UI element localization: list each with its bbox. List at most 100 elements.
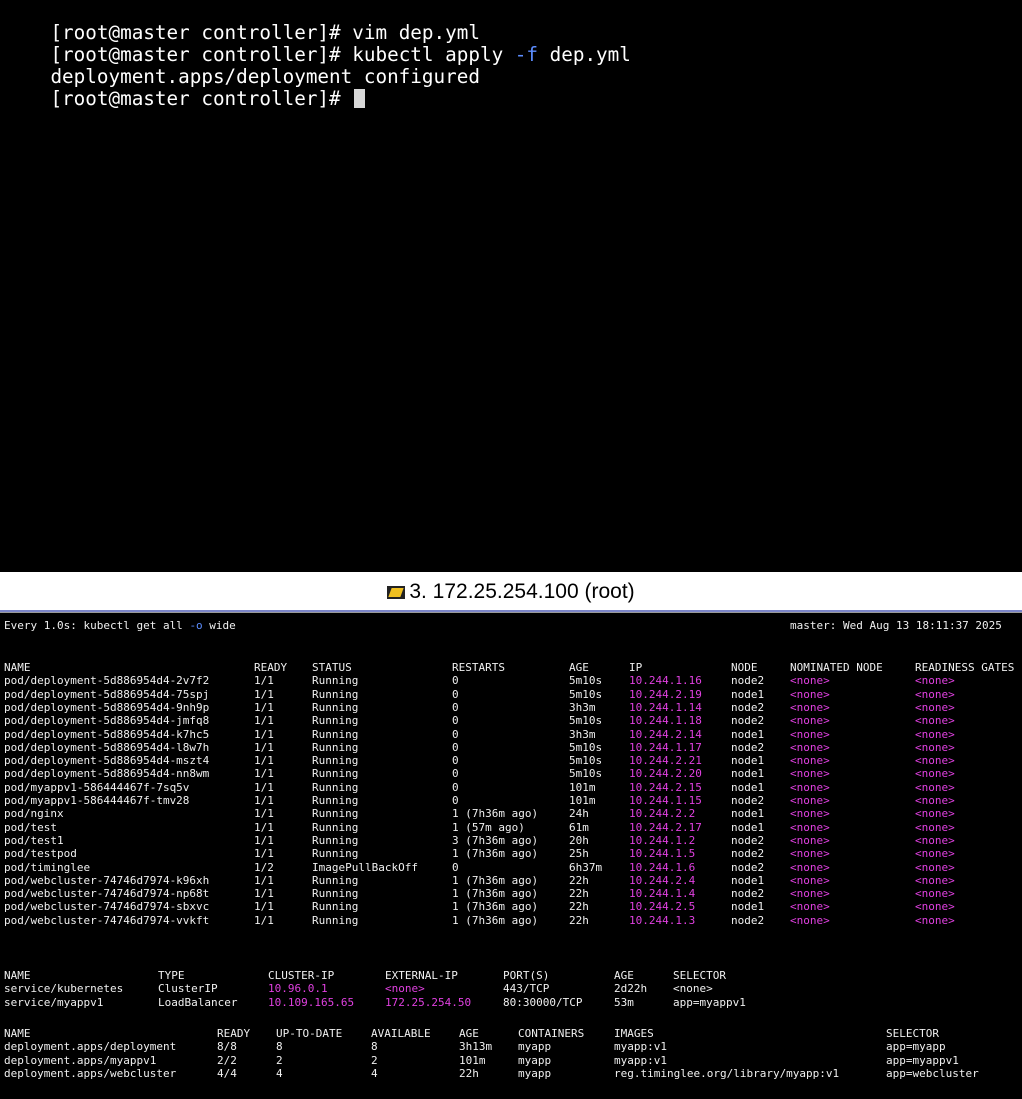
- table-cell: <none>: [790, 860, 830, 874]
- table-cell: node2: [731, 674, 765, 688]
- table-cell: ClusterIP: [158, 982, 218, 996]
- column-header: NOMINATED NODE: [790, 661, 883, 674]
- table-cell: 2: [371, 1053, 378, 1067]
- table-cell: 1/1: [254, 833, 274, 847]
- table-cell: <none>: [790, 780, 830, 794]
- table-cell: Running: [312, 740, 359, 754]
- table-cell: Running: [312, 873, 359, 887]
- table-cell: pod/deployment-5d886954d4-mszt4: [4, 754, 210, 768]
- column-header: NAME: [4, 969, 31, 982]
- session-tab-title: 3. 172.25.254.100 (root): [409, 580, 635, 603]
- column-header: AVAILABLE: [371, 1027, 431, 1040]
- table-cell: Running: [312, 794, 359, 807]
- table-cell: service/kubernetes: [4, 982, 124, 996]
- terminal-pane-bottom[interactable]: Every 1.0s: kubectl get all -o wide mast…: [0, 612, 1022, 1099]
- table-cell: 1/1: [254, 900, 274, 914]
- table-cell: 20h: [569, 833, 589, 847]
- table-cell: 443/TCP: [503, 982, 550, 996]
- table-cell: <none>: [790, 833, 830, 847]
- table-cell: myapp:v1: [614, 1040, 667, 1054]
- table-cell: 3 (7h36m ago): [452, 833, 539, 847]
- table-cell: Running: [312, 807, 359, 821]
- table-cell: pod/testpod: [4, 847, 77, 861]
- table-cell: node1: [731, 900, 765, 914]
- table-cell: <none>: [790, 767, 830, 781]
- column-header: SELECTOR: [886, 1027, 939, 1040]
- table-cell: 10.109.165.65: [268, 995, 355, 1009]
- table-cell: pod/deployment-5d886954d4-nn8wm: [4, 767, 210, 781]
- watch-header-command: Every 1.0s: kubectl get all -o wide: [4, 619, 236, 632]
- table-cell: deployment.apps/deployment: [4, 1040, 177, 1054]
- column-header: RESTARTS: [452, 661, 505, 674]
- table-cell: node1: [731, 873, 765, 887]
- table-cell: Running: [312, 700, 359, 714]
- column-header: EXTERNAL-IP: [385, 969, 458, 982]
- table-cell: 10.244.1.18: [629, 714, 702, 728]
- table-cell: ImagePullBackOff: [312, 860, 418, 874]
- table-cell: pod/webcluster-74746d7974-np68t: [4, 887, 210, 901]
- table-cell: 1/1: [254, 767, 274, 781]
- table-cell: 5m10s: [569, 714, 603, 728]
- table-cell: 53m: [614, 995, 634, 1009]
- table-cell: 6h37m: [569, 860, 603, 874]
- table-cell: 10.244.1.2: [629, 833, 696, 847]
- table-cell: Running: [312, 833, 359, 847]
- table-cell: myapp: [518, 1040, 552, 1054]
- table-cell: <none>: [790, 847, 830, 861]
- table-cell: 1/1: [254, 807, 274, 821]
- table-cell: <none>: [790, 740, 830, 754]
- table-cell: pod/webcluster-74746d7974-k96xh: [4, 873, 210, 887]
- table-cell: 1/1: [254, 687, 274, 701]
- table-cell: 4/4: [217, 1066, 237, 1080]
- column-header: AGE: [614, 969, 634, 982]
- table-cell: app=myappv1: [886, 1053, 959, 1067]
- table-cell: node2: [731, 700, 765, 714]
- table-cell: 3h3m: [569, 727, 596, 741]
- table-cell: node2: [731, 860, 765, 874]
- session-tab-bar: 3. 172.25.254.100 (root): [0, 572, 1022, 612]
- table-cell: 5m10s: [569, 674, 603, 688]
- table-cell: 0: [452, 700, 459, 714]
- table-cell: 1/1: [254, 873, 274, 887]
- table-cell: 10.244.2.5: [629, 900, 696, 914]
- table-cell: 1 (7h36m ago): [452, 847, 539, 861]
- table-cell: 80:30000/TCP: [503, 995, 583, 1009]
- table-cell: pod/timinglee: [4, 860, 91, 874]
- table-cell: 0: [452, 754, 459, 768]
- table-cell: 1/1: [254, 913, 274, 927]
- table-cell: node1: [731, 687, 765, 701]
- terminal-session-icon: [387, 586, 406, 599]
- table-cell: pod/myappv1-586444467f-7sq5v: [4, 780, 190, 794]
- table-cell: Running: [312, 687, 359, 701]
- terminal-pane-top[interactable]: [root@master controller]# vim dep.yml [r…: [0, 0, 1022, 572]
- table-cell: node2: [731, 740, 765, 754]
- session-tab[interactable]: 3. 172.25.254.100 (root): [0, 572, 1022, 610]
- text-cursor: [354, 89, 366, 108]
- command-flag: -f: [514, 43, 539, 66]
- table-cell: 10.244.1.16: [629, 674, 702, 688]
- table-cell: <none>: [915, 687, 955, 701]
- table-cell: Running: [312, 900, 359, 914]
- table-cell: <none>: [915, 674, 955, 688]
- table-cell: 1/1: [254, 700, 274, 714]
- table-cell: Running: [312, 714, 359, 728]
- table-cell: pod/nginx: [4, 807, 64, 821]
- table-cell: 22h: [569, 913, 589, 927]
- table-cell: 0: [452, 687, 459, 701]
- table-cell: <none>: [915, 740, 955, 754]
- table-cell: Running: [312, 754, 359, 768]
- table-cell: <none>: [915, 887, 955, 901]
- table-cell: node2: [731, 913, 765, 927]
- table-cell: 10.244.2.21: [629, 754, 702, 768]
- table-cell: Running: [312, 913, 359, 927]
- table-cell: 8/8: [217, 1040, 237, 1054]
- table-cell: 0: [452, 740, 459, 754]
- table-cell: 3h13m: [459, 1040, 493, 1054]
- table-cell: <none>: [790, 820, 830, 834]
- column-header: CLUSTER-IP: [268, 969, 335, 982]
- table-cell: 22h: [569, 900, 589, 914]
- table-cell: <none>: [915, 900, 955, 914]
- table-cell: 2/2: [217, 1053, 237, 1067]
- table-cell: app=myapp: [886, 1040, 946, 1054]
- table-cell: app=webcluster: [886, 1066, 979, 1080]
